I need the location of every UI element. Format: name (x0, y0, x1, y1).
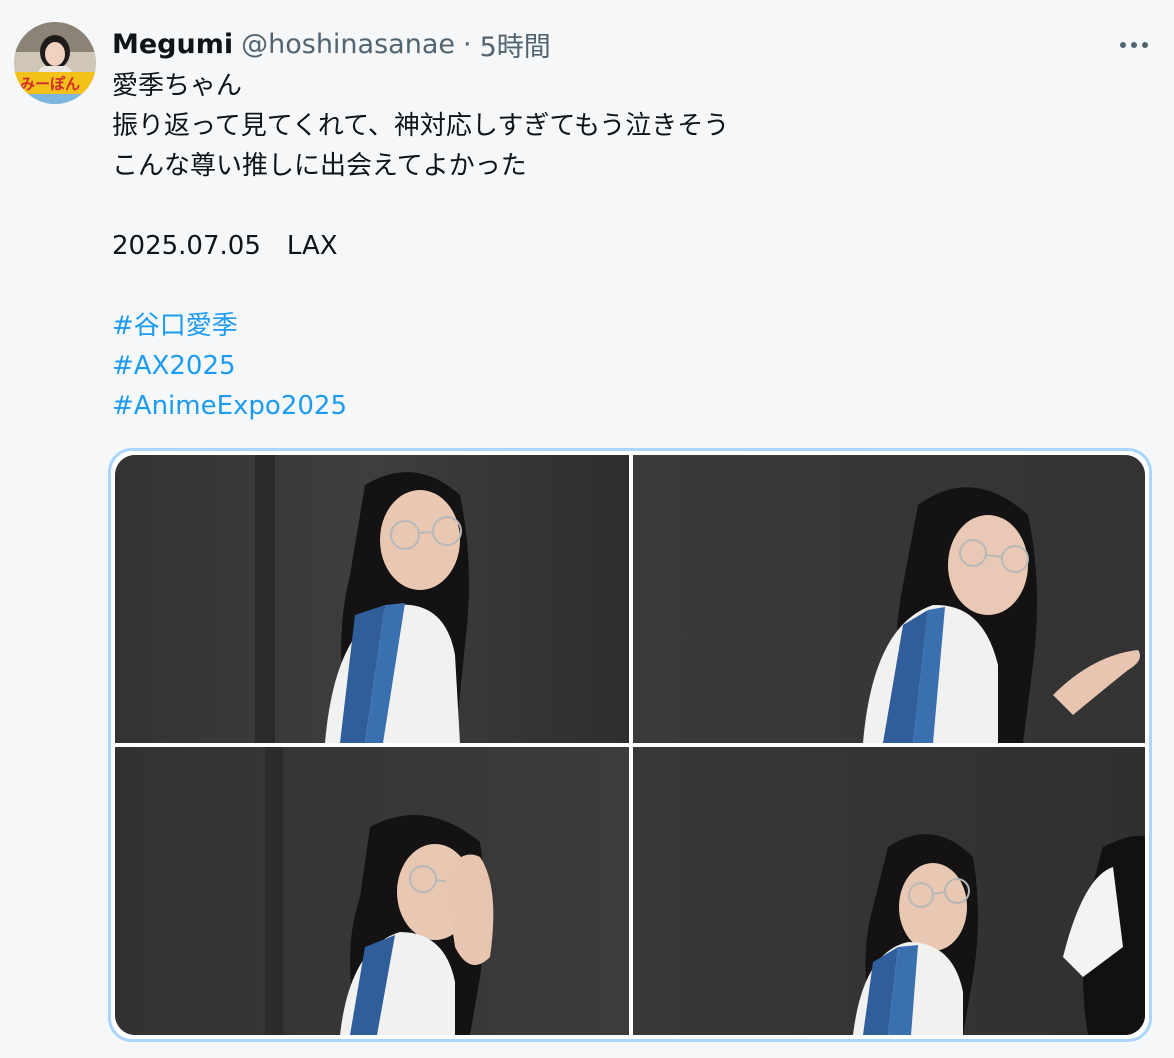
author-handle[interactable]: @hoshinasanae (241, 29, 455, 60)
media-grid (108, 448, 1152, 1042)
photo-4[interactable] (633, 747, 1145, 1035)
text-line: こんな尊い推しに出会えてよかった (112, 151, 527, 181)
tweet-text: 愛季ちゃん 振り返って見てくれて、神対応しすぎてもう泣きそう こんな尊い推しに出… (112, 66, 1152, 426)
date-location: 2025.07.05 LAX (112, 231, 338, 261)
timestamp[interactable]: 5時間 (480, 25, 551, 64)
more-horizontal-icon (1120, 42, 1148, 48)
hashtag-link[interactable]: #AX2025 (112, 346, 1152, 386)
text-line: 振り返って見てくれて、神対応しすぎてもう泣きそう (112, 111, 730, 141)
more-options-button[interactable] (1114, 30, 1154, 60)
photo-2[interactable] (633, 455, 1145, 743)
hashtag-link[interactable]: #谷口愛季 (112, 306, 1152, 346)
photo-1[interactable] (115, 455, 629, 743)
hashtag-link[interactable]: #AnimeExpo2025 (112, 386, 1152, 426)
tweet-header: Megumi @hoshinasanae · 5時間 (112, 24, 551, 64)
photo-3[interactable] (115, 747, 629, 1035)
tweet: みーぽん Megumi @hoshinasanae · 5時間 愛季ちゃん 振り… (0, 0, 1174, 1058)
avatar[interactable]: みーぽん (14, 22, 96, 104)
avatar-banner-text: みーぽん (20, 75, 80, 93)
text-line: 愛季ちゃん (112, 71, 243, 101)
separator-dot: · (462, 28, 472, 60)
author-name[interactable]: Megumi (112, 29, 233, 60)
